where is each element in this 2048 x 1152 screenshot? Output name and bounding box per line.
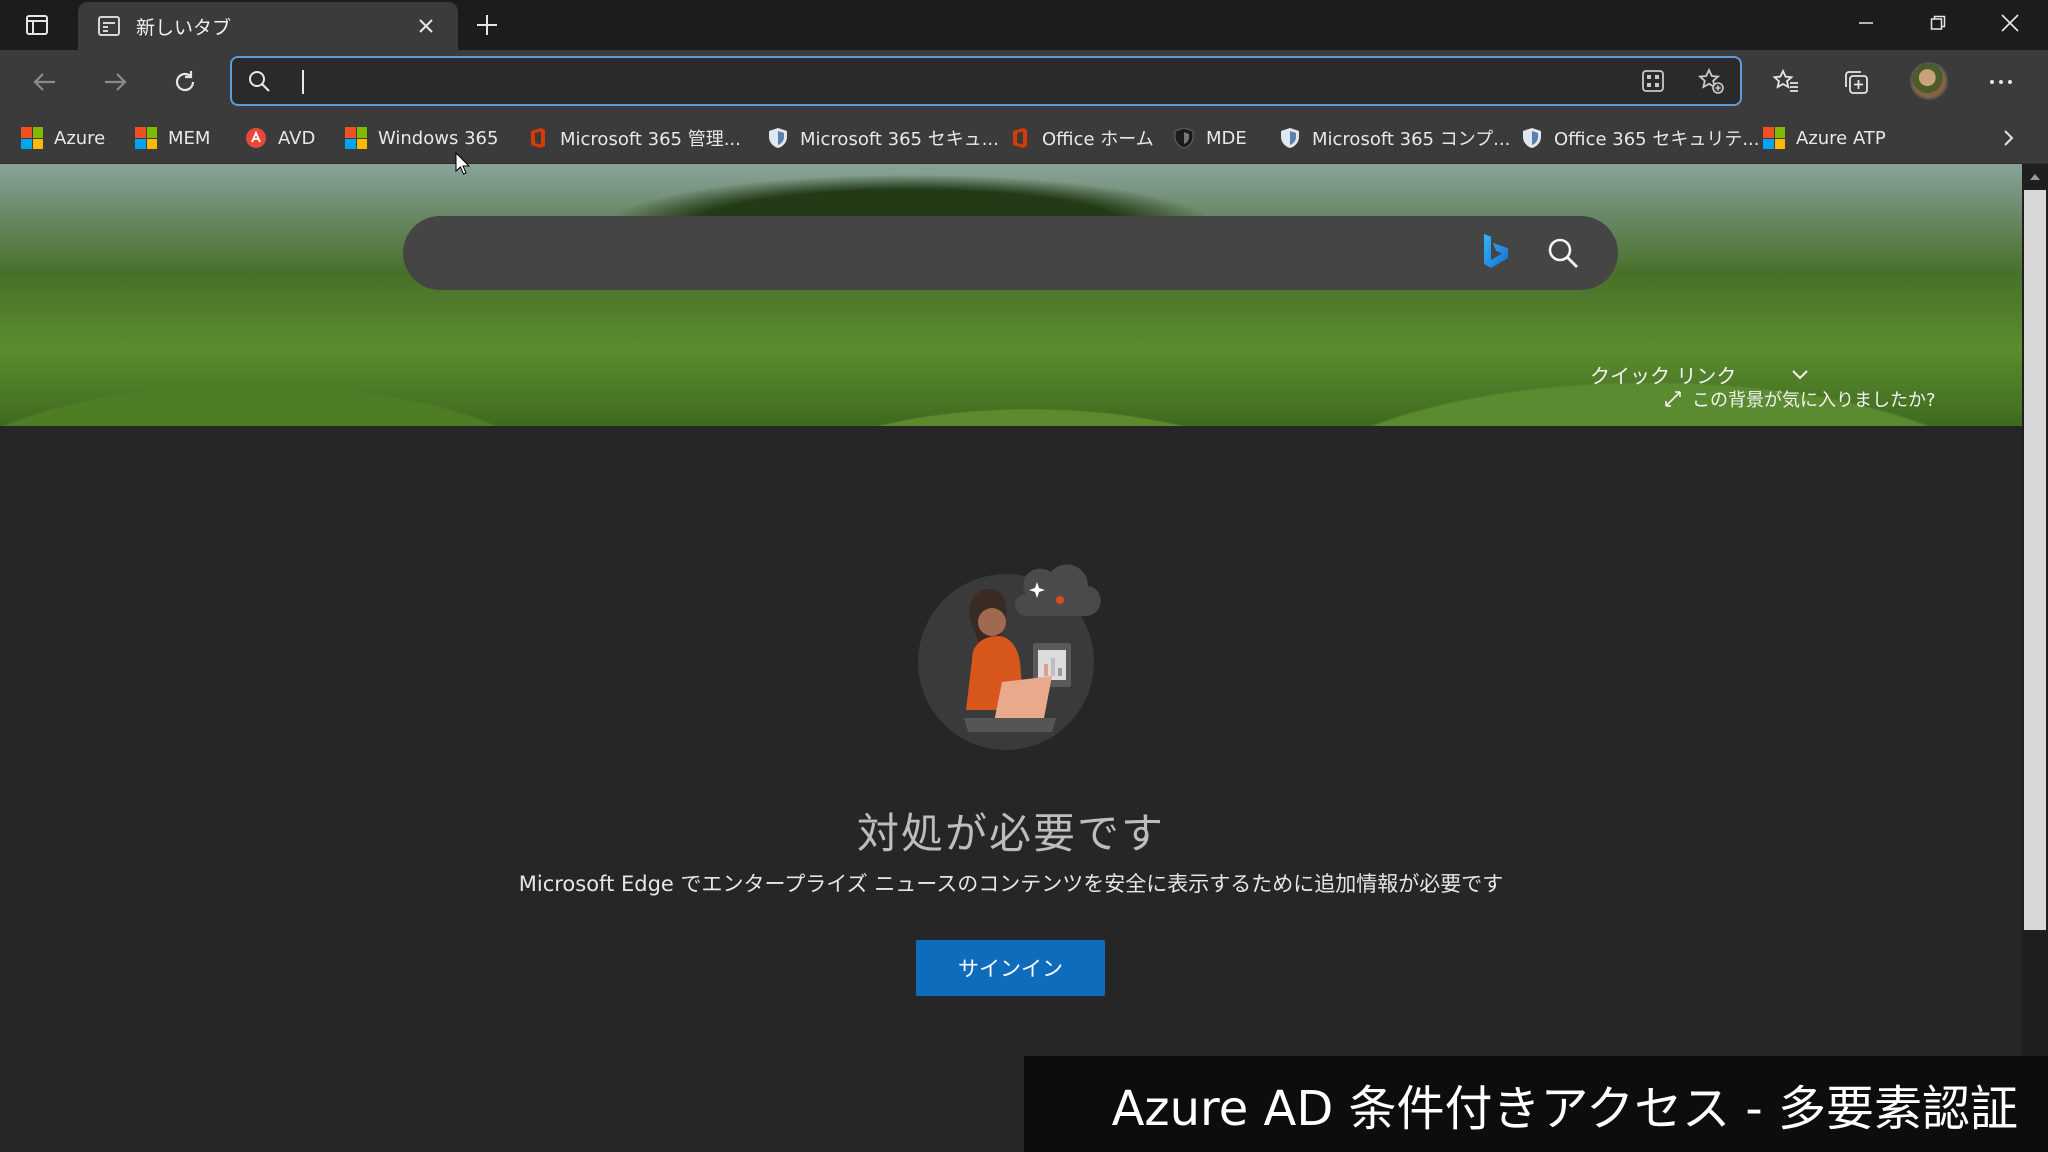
favorite-item-office-home[interactable]: Office ホーム	[1008, 122, 1154, 154]
favorite-item-m365-security[interactable]: Microsoft 365 セキュ...	[766, 122, 999, 154]
search-icon	[1548, 238, 1578, 268]
tab-new-tab[interactable]: 新しいタブ	[78, 2, 458, 50]
chevron-down-icon	[1792, 369, 1809, 379]
microsoft-logo-icon	[344, 126, 368, 150]
defender-shield-icon	[1172, 126, 1196, 150]
new-tab-button[interactable]	[470, 8, 504, 42]
tab-strip: 新しいタブ	[0, 0, 2048, 50]
favorite-item-windows-365[interactable]: Windows 365	[344, 122, 498, 154]
close-icon	[419, 19, 433, 33]
bing-logo-icon	[1484, 234, 1508, 268]
app-available-button[interactable]	[1624, 61, 1682, 101]
favorite-label: Microsoft 365 セキュ...	[800, 129, 999, 150]
plus-icon	[477, 15, 497, 35]
favorite-label: MEM	[168, 127, 211, 149]
profile-avatar[interactable]	[1910, 62, 1948, 100]
favorite-label: AVD	[278, 127, 316, 149]
scrollbar-thumb[interactable]	[2024, 190, 2046, 930]
favorite-item-m365-compliance[interactable]: Microsoft 365 コンプ...	[1278, 122, 1510, 154]
favorite-item-m365-admin[interactable]: Microsoft 365 管理...	[526, 122, 741, 154]
shield-icon	[1520, 126, 1544, 150]
tab-actions-icon	[26, 15, 48, 35]
add-favorite-button[interactable]	[1682, 61, 1740, 101]
address-input[interactable]	[286, 61, 1624, 101]
minimize-button[interactable]	[1830, 0, 1902, 46]
restore-button[interactable]	[1902, 0, 1974, 46]
shield-icon	[1278, 126, 1302, 150]
arrow-left-icon	[33, 73, 55, 91]
favorite-label: MDE	[1206, 127, 1247, 149]
action-required-description: Microsoft Edge でエンタープライズ ニュースのコンテンツを安全に表…	[518, 872, 1504, 896]
favorite-item-azure-atp[interactable]: Azure ATP	[1762, 122, 1886, 154]
video-caption: Azure AD 条件付きアクセス - 多要素認証	[1024, 1056, 2048, 1152]
collections-button[interactable]	[1835, 62, 1877, 102]
tab-close-button[interactable]	[412, 12, 440, 40]
tab-title: 新しいタブ	[136, 16, 232, 39]
close-icon	[2001, 14, 2019, 32]
new-tab-page-icon	[96, 13, 122, 39]
favorites-star-icon	[1772, 68, 1798, 92]
favorites-overflow-button[interactable]	[1992, 122, 2024, 154]
restore-icon	[1930, 15, 1946, 30]
page-scrollbar[interactable]	[2022, 164, 2048, 1152]
quick-links-label: クイック リンク	[1590, 364, 1737, 388]
favorite-item-o365-security[interactable]: Office 365 セキュリテ...	[1520, 122, 1760, 154]
window-close-button[interactable]	[1974, 0, 2046, 46]
favorite-label: Microsoft 365 コンプ...	[1312, 129, 1511, 150]
refresh-icon	[175, 71, 195, 92]
favorite-label: Office 365 セキュリテ...	[1554, 129, 1760, 150]
collections-icon	[1845, 71, 1868, 94]
tab-actions-button[interactable]	[14, 8, 60, 42]
favorite-label: Azure	[54, 127, 106, 149]
avd-icon	[244, 126, 268, 150]
sign-in-button[interactable]: サインイン	[916, 940, 1105, 996]
office-icon	[1008, 126, 1032, 150]
back-button[interactable]	[26, 63, 64, 101]
arrow-right-icon	[105, 73, 127, 91]
microsoft-logo-icon	[1762, 126, 1786, 150]
favorite-label: Azure ATP	[1796, 127, 1886, 149]
office-icon	[526, 126, 550, 150]
search-icon	[232, 69, 286, 93]
web-search-button[interactable]	[1540, 230, 1586, 276]
microsoft-logo-icon	[134, 126, 158, 150]
like-background-label: この背景が気に入りましたか?	[1692, 390, 1936, 411]
address-bar[interactable]	[230, 56, 1742, 106]
microsoft-logo-icon	[20, 126, 44, 150]
favorite-item-avd[interactable]: AVD	[244, 122, 315, 154]
favorite-item-mde[interactable]: MDE	[1172, 122, 1247, 154]
minimize-icon	[1859, 22, 1873, 24]
text-caret	[302, 70, 304, 94]
toolbar	[0, 50, 2048, 112]
favorite-item-mem[interactable]: MEM	[134, 122, 210, 154]
like-background-link[interactable]: この背景が気に入りましたか?	[1664, 386, 1936, 412]
shield-icon	[766, 126, 790, 150]
settings-more-button[interactable]	[1980, 62, 2022, 102]
scroll-up-arrow-icon[interactable]	[2028, 170, 2042, 184]
forward-button[interactable]	[96, 63, 134, 101]
refresh-button[interactable]	[166, 63, 204, 101]
quick-links-toggle[interactable]: クイック リンク	[1590, 360, 1810, 389]
favorite-item-azure[interactable]: Azure	[20, 122, 105, 154]
new-tab-page: クイック リンク この背景が気に入りましたか? 対処が必要です Microsof…	[0, 164, 2022, 1152]
web-search-box[interactable]	[403, 216, 1618, 290]
favorites-bar: Azure MEM AVD Windows 365 Microsoft 365 …	[0, 112, 2048, 164]
apps-grid-icon	[1642, 70, 1664, 92]
star-plus-icon	[1697, 67, 1724, 94]
favorite-label: Windows 365	[378, 127, 499, 149]
favorite-label: Office ホーム	[1042, 129, 1154, 150]
favorite-label: Microsoft 365 管理...	[560, 129, 741, 150]
mouse-cursor-icon	[455, 152, 471, 175]
chevron-right-icon	[2004, 130, 2014, 146]
more-horizontal-icon	[1990, 80, 2012, 84]
person-at-laptop-illustration	[918, 564, 1101, 750]
action-required-title: 対処が必要です	[856, 809, 1165, 858]
expand-arrow-icon	[1665, 391, 1681, 407]
favorites-button[interactable]	[1765, 62, 1807, 102]
